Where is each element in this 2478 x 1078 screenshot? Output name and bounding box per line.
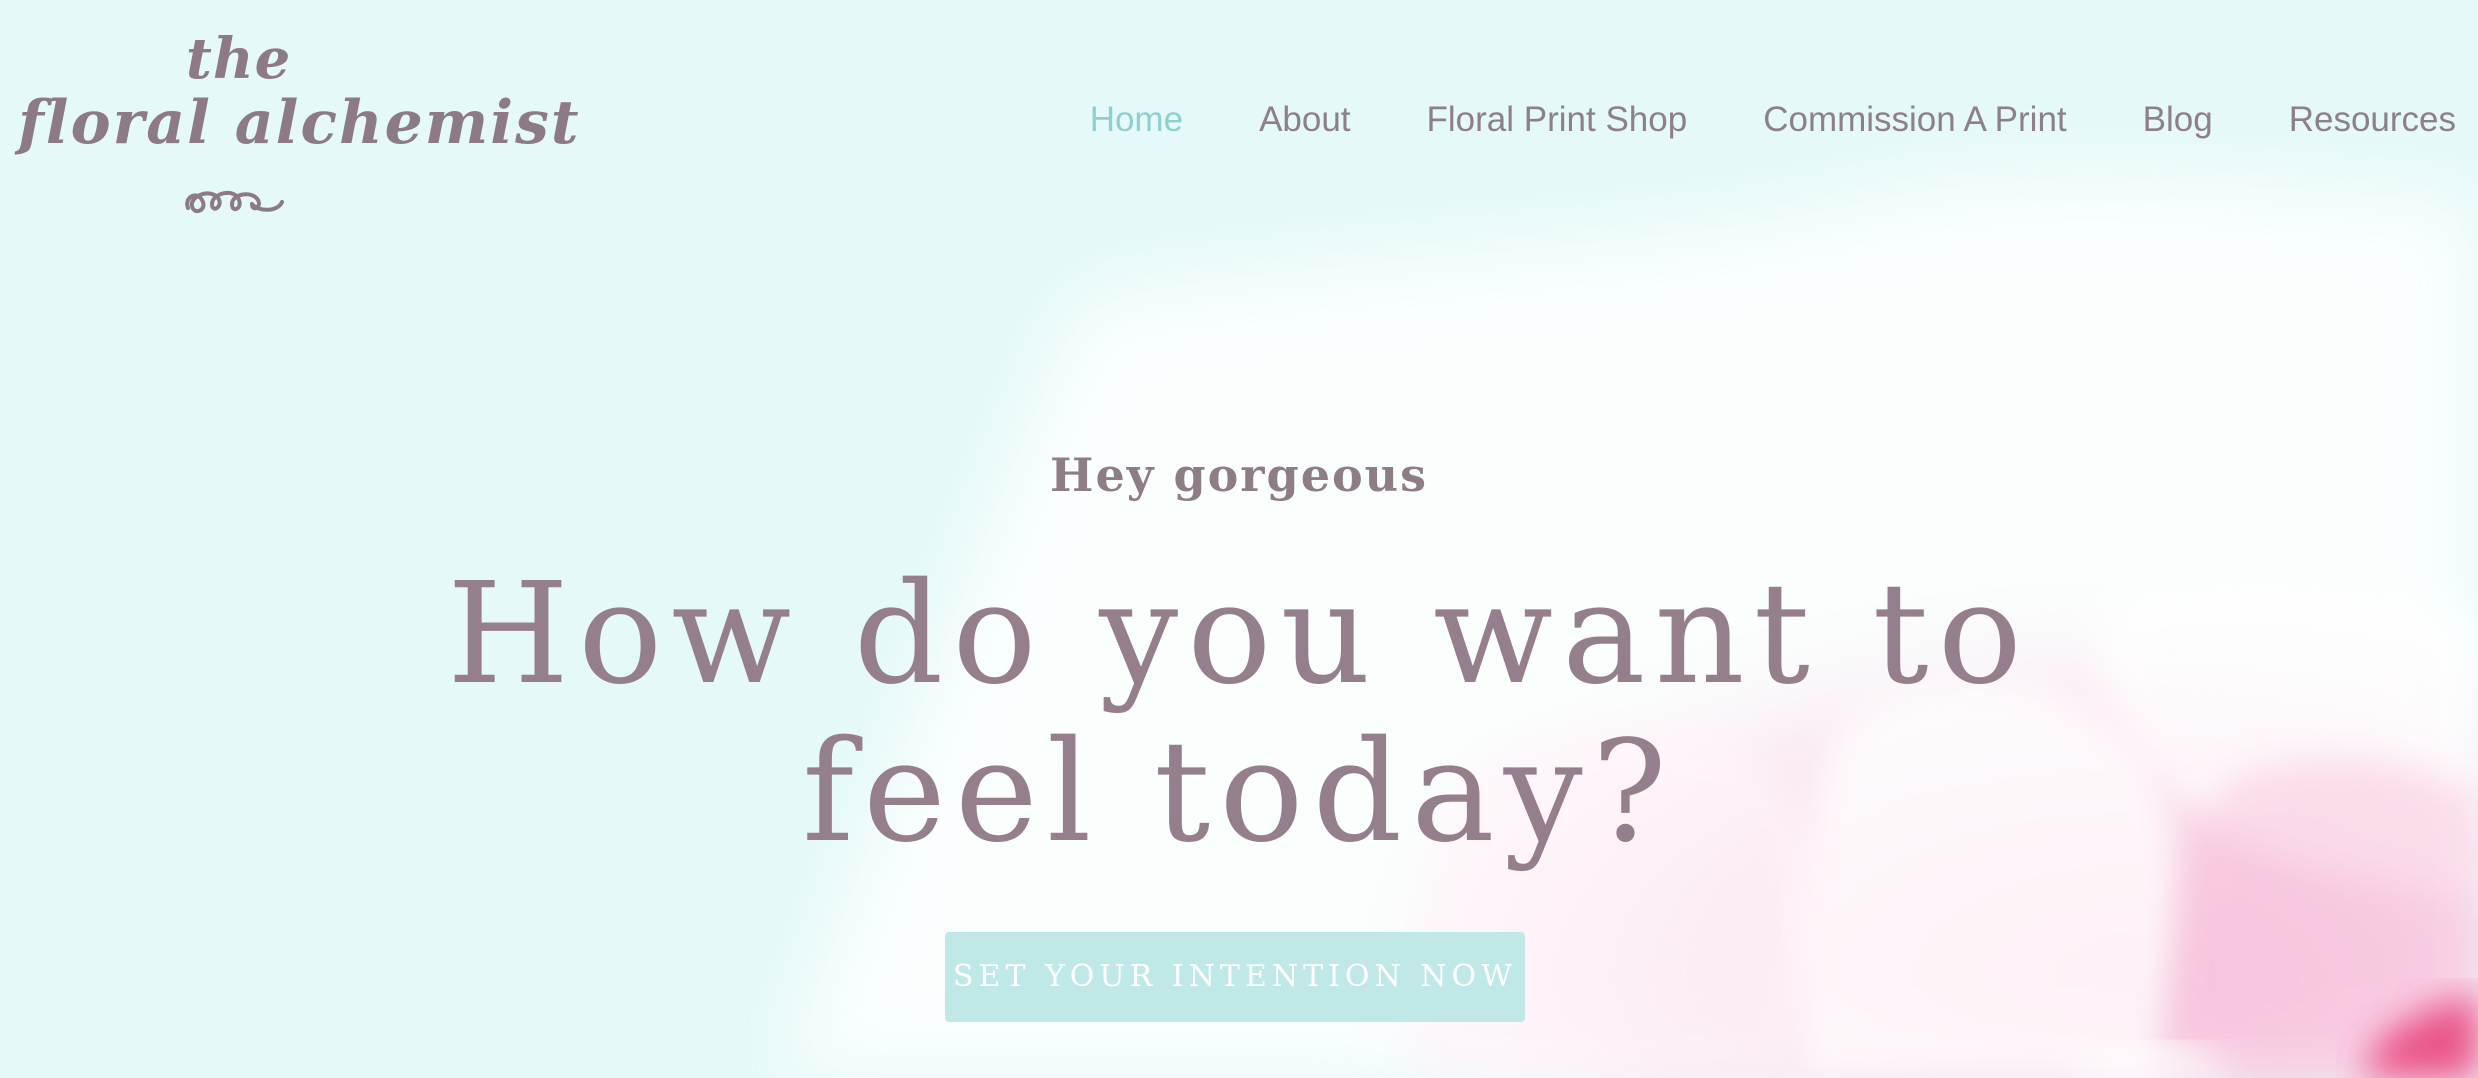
nav-item-home[interactable]: Home	[1090, 96, 1183, 144]
nav-item-floral-print-shop[interactable]: Floral Print Shop	[1427, 96, 1688, 144]
swirl-ornament-icon	[185, 190, 284, 214]
hero-headline: How do you want to feel today?	[447, 553, 2031, 874]
set-intention-button[interactable]: SET YOUR INTENTION NOW	[945, 932, 1525, 1022]
main-navigation: Home About Floral Print Shop Commission …	[1090, 96, 2456, 144]
page: the floral alchemist Home About Floral P…	[0, 0, 2478, 1078]
nav-item-resources[interactable]: Resources	[2289, 96, 2456, 144]
logo-line-name: floral alchemist	[18, 88, 581, 158]
nav-item-commission-a-print[interactable]: Commission A Print	[1763, 96, 2066, 144]
nav-item-blog[interactable]: Blog	[2143, 96, 2213, 144]
logo-line-the: the	[186, 26, 292, 92]
hero-greeting: Hey gorgeous	[1049, 448, 1428, 502]
nav-item-about[interactable]: About	[1259, 96, 1350, 144]
site-logo[interactable]: the floral alchemist	[18, 20, 579, 220]
